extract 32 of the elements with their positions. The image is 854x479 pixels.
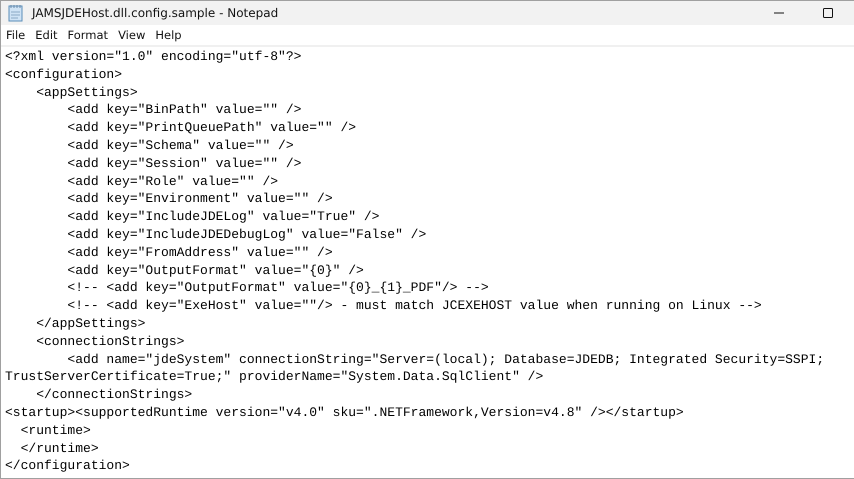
code-line: <add key="Schema" value="" /> xyxy=(66,136,294,155)
code-line: <add key="BinPath" value="" /> xyxy=(66,101,302,120)
code-line: <add key="Role" value="" /> xyxy=(66,172,278,190)
menu-item[interactable]: File xyxy=(1,25,30,45)
code-line: <add key="OutputFormat" value="{0}" /> xyxy=(66,262,364,280)
code-line: <add name="jdeSystem" connectionString="Server=(local); Database=JDEDB; Integrated Security=SSPI; xyxy=(66,350,824,368)
menu-item[interactable]: Edit xyxy=(30,25,63,45)
code-line: <appSettings> xyxy=(35,84,138,102)
code-line: <add key="FromAddress" value="" /> xyxy=(66,244,333,262)
code-line: <add key="PrintQueuePath" value="" /> xyxy=(66,119,356,137)
code-line: <add key="IncludeJDEDebugLog" value="False" /> xyxy=(66,226,426,244)
menu-item[interactable]: View xyxy=(113,25,150,45)
code-line: </configuration> xyxy=(5,457,130,476)
code-line: </appSettings> xyxy=(35,314,146,333)
notepad-icon xyxy=(8,4,24,22)
code-line: <!-- <add key="OutputFormat" value="{0}_{1}_PDF"/> --> xyxy=(66,279,489,298)
code-line: <add key="Session" value="" /> xyxy=(66,154,302,173)
code-line: TrustServerCertificate=True;" providerName="System.Data.SqlClient" /> xyxy=(5,368,544,386)
code-line: <runtime> xyxy=(20,422,91,440)
code-line: <?xml version="1.0" encoding="utf-8"?> xyxy=(5,48,302,66)
menu-item[interactable]: Help xyxy=(150,25,187,45)
code-line: <connectionStrings> xyxy=(35,332,184,351)
maximize-icon xyxy=(822,7,834,19)
code-line: </runtime> xyxy=(20,440,99,458)
menu-item[interactable]: Format xyxy=(62,25,114,45)
code-line: <!-- <add key="ExeHost" value=""/> - must match JCEXEHOST value when running on Linux --> xyxy=(66,297,762,315)
code-line: </connectionStrings> xyxy=(35,386,192,404)
code-line: <configuration> xyxy=(5,66,122,84)
code-line: <startup><supportedRuntime version="v4.0" sku=".NETFramework,Version=v4.8" /></startup> xyxy=(5,404,684,422)
code-line: <add key="Environment" value="" /> xyxy=(66,190,333,208)
window-title: JAMSJDEHost.dll.config.sample - Notepad xyxy=(32,6,278,20)
code-line: <add key="IncludeJDELog" value="True" /> xyxy=(66,208,380,226)
